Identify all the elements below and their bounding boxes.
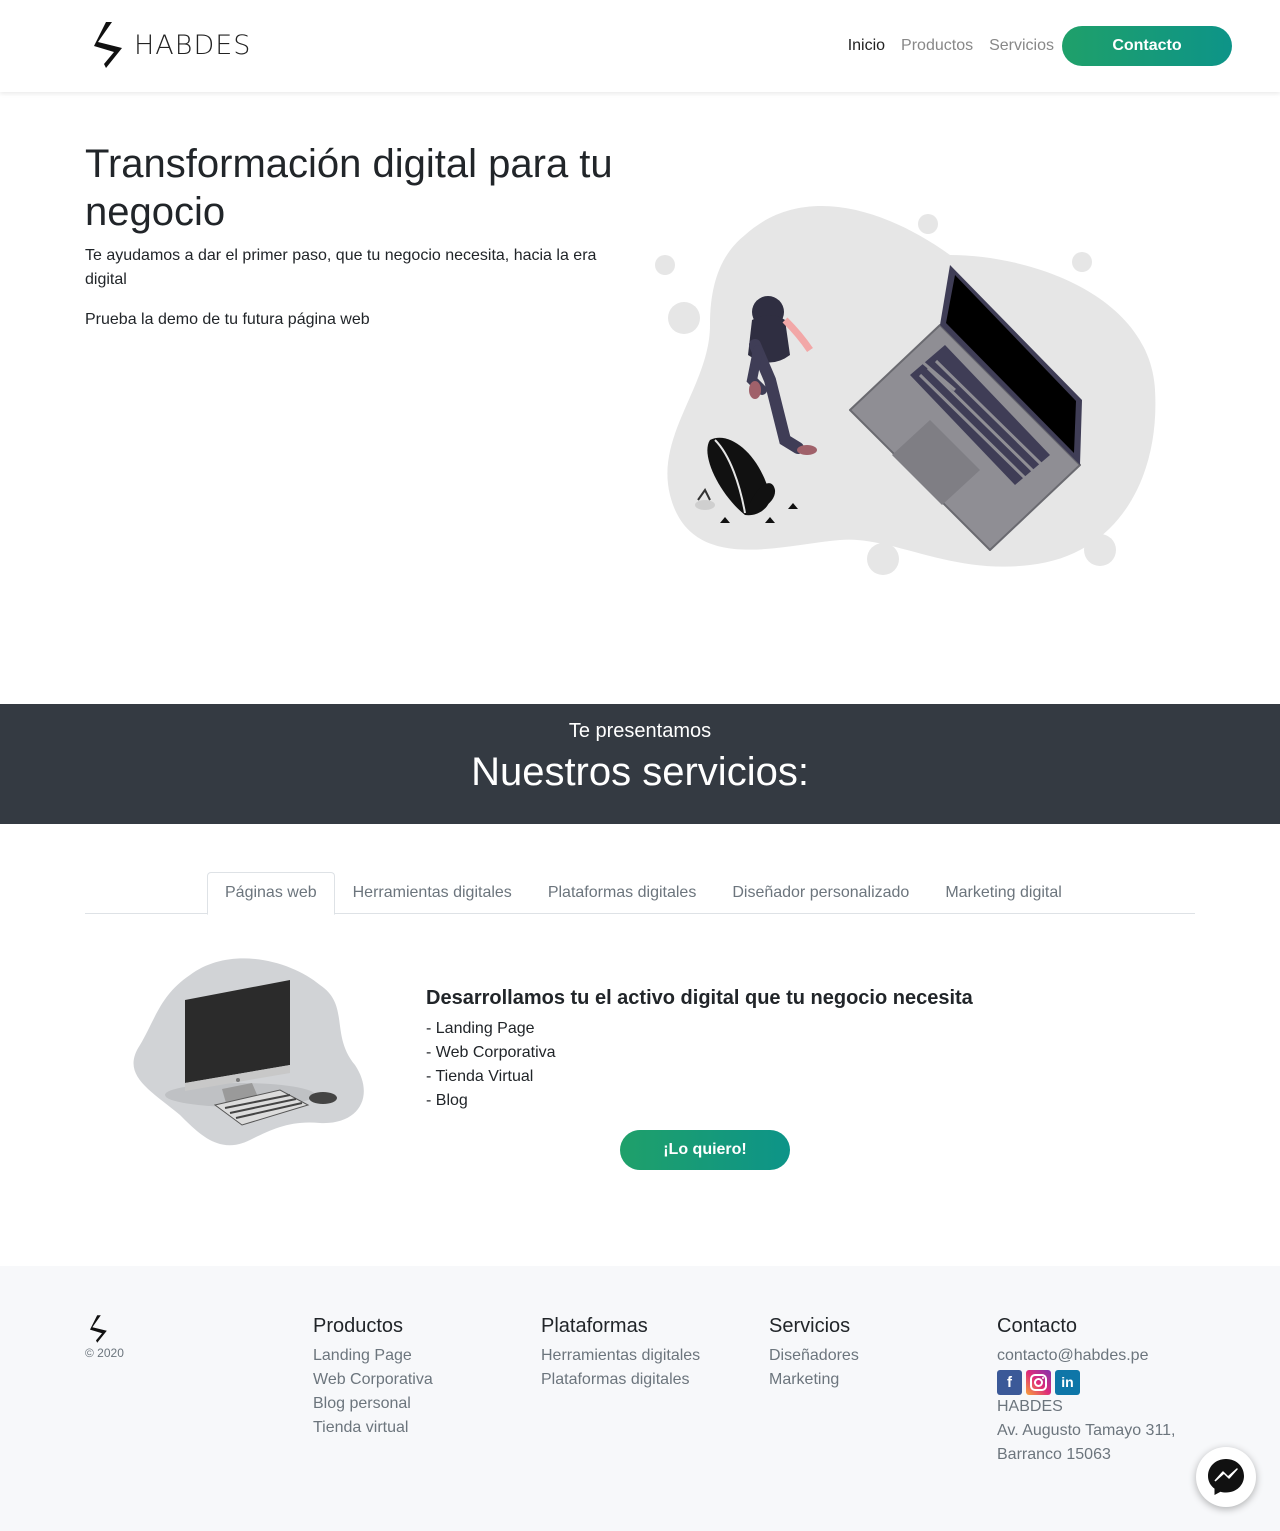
footer-link-landing-page[interactable]: Landing Page	[313, 1344, 433, 1368]
brand-name: HABDES	[134, 29, 252, 61]
footer-address-line2: Barranco 15063	[997, 1446, 1111, 1463]
footer-col-productos: Productos Landing Page Web Corporativa B…	[313, 1314, 433, 1440]
footer-email-link[interactable]: contacto@habdes.pe	[997, 1344, 1176, 1368]
nav-productos[interactable]: Productos	[901, 37, 973, 55]
contact-button[interactable]: Contacto	[1062, 26, 1232, 66]
hero-subtitle: Te ayudamos a dar el primer paso, que tu…	[85, 247, 597, 288]
computer-illustration	[133, 958, 364, 1146]
tab-plataformas-digitales[interactable]: Plataformas digitales	[530, 872, 715, 914]
tab-herramientas-digitales[interactable]: Herramientas digitales	[335, 872, 530, 914]
footer-col-contacto: Contacto contacto@habdes.pe f in HABDES …	[997, 1314, 1176, 1467]
lo-quiero-button[interactable]: ¡Lo quiero!	[620, 1130, 790, 1170]
social-links: f in	[997, 1370, 1176, 1395]
footer-link-plataformas[interactable]: Plataformas digitales	[541, 1368, 700, 1392]
footer-link-blog-personal[interactable]: Blog personal	[313, 1392, 433, 1416]
footer-heading: Productos	[313, 1315, 404, 1337]
footer-col-servicios: Servicios Diseñadores Marketing	[769, 1314, 859, 1392]
tab-paginas-web[interactable]: Páginas web	[207, 872, 335, 915]
footer-company: HABDES	[997, 1398, 1063, 1415]
services-band: Te presentamos Nuestros servicios:	[0, 704, 1280, 824]
footer-link-disenadores[interactable]: Diseñadores	[769, 1344, 859, 1368]
instagram-icon[interactable]	[1026, 1370, 1051, 1395]
list-item: - Blog	[426, 1092, 468, 1109]
tab-disenador-personalizado[interactable]: Diseñador personalizado	[714, 872, 927, 914]
brand-logo[interactable]: HABDES	[92, 20, 251, 70]
list-item: - Tienda Virtual	[426, 1068, 534, 1085]
habdes-logo-icon[interactable]	[88, 1314, 110, 1344]
habdes-logo-icon	[94, 22, 122, 68]
footer-link-web-corporativa[interactable]: Web Corporativa	[313, 1368, 433, 1392]
band-subtitle: Te presentamos	[568, 720, 712, 742]
footer-col-plataformas: Plataformas Herramientas digitales Plata…	[541, 1314, 700, 1392]
footer-link-marketing[interactable]: Marketing	[769, 1368, 859, 1392]
footer-heading: Servicios	[769, 1315, 851, 1337]
messenger-chat-button[interactable]	[1196, 1447, 1256, 1507]
hero-title: Transformación digital para tu negocio	[85, 142, 613, 234]
tab-marketing-digital[interactable]: Marketing digital	[927, 872, 1080, 914]
footer-heading: Contacto	[997, 1315, 1078, 1337]
service-list: - Landing Page - Web Corporativa - Tiend…	[426, 1017, 556, 1113]
service-title: Desarrollamos tu el activo digital que t…	[426, 987, 973, 1009]
list-item: - Landing Page	[426, 1020, 535, 1037]
footer: © 2020 Productos Landing Page Web Corpor…	[0, 1266, 1280, 1531]
nav-inicio[interactable]: Inicio	[848, 37, 885, 55]
facebook-icon[interactable]: f	[997, 1370, 1022, 1395]
footer-heading: Plataformas	[541, 1315, 648, 1337]
main-nav: Inicio Productos Servicios Contacto	[832, 26, 1232, 66]
footer-link-tienda-virtual[interactable]: Tienda virtual	[313, 1416, 433, 1440]
hero-illustration	[655, 206, 1156, 575]
footer-link-herramientas[interactable]: Herramientas digitales	[541, 1344, 700, 1368]
copyright: © 2020	[85, 1346, 124, 1360]
list-item: - Web Corporativa	[426, 1044, 556, 1061]
messenger-icon	[1208, 1459, 1244, 1495]
linkedin-icon[interactable]: in	[1055, 1370, 1080, 1395]
nav-servicios[interactable]: Servicios	[989, 37, 1054, 55]
band-title: Nuestros servicios:	[471, 750, 809, 794]
hero-demo-text: Prueba la demo de tu futura página web	[85, 311, 370, 328]
navbar: HABDES Inicio Productos Servicios Contac…	[0, 0, 1280, 92]
services-tabs: Páginas web Herramientas digitales Plata…	[85, 872, 1195, 915]
footer-address-line1: Av. Augusto Tamayo 311,	[997, 1422, 1176, 1439]
